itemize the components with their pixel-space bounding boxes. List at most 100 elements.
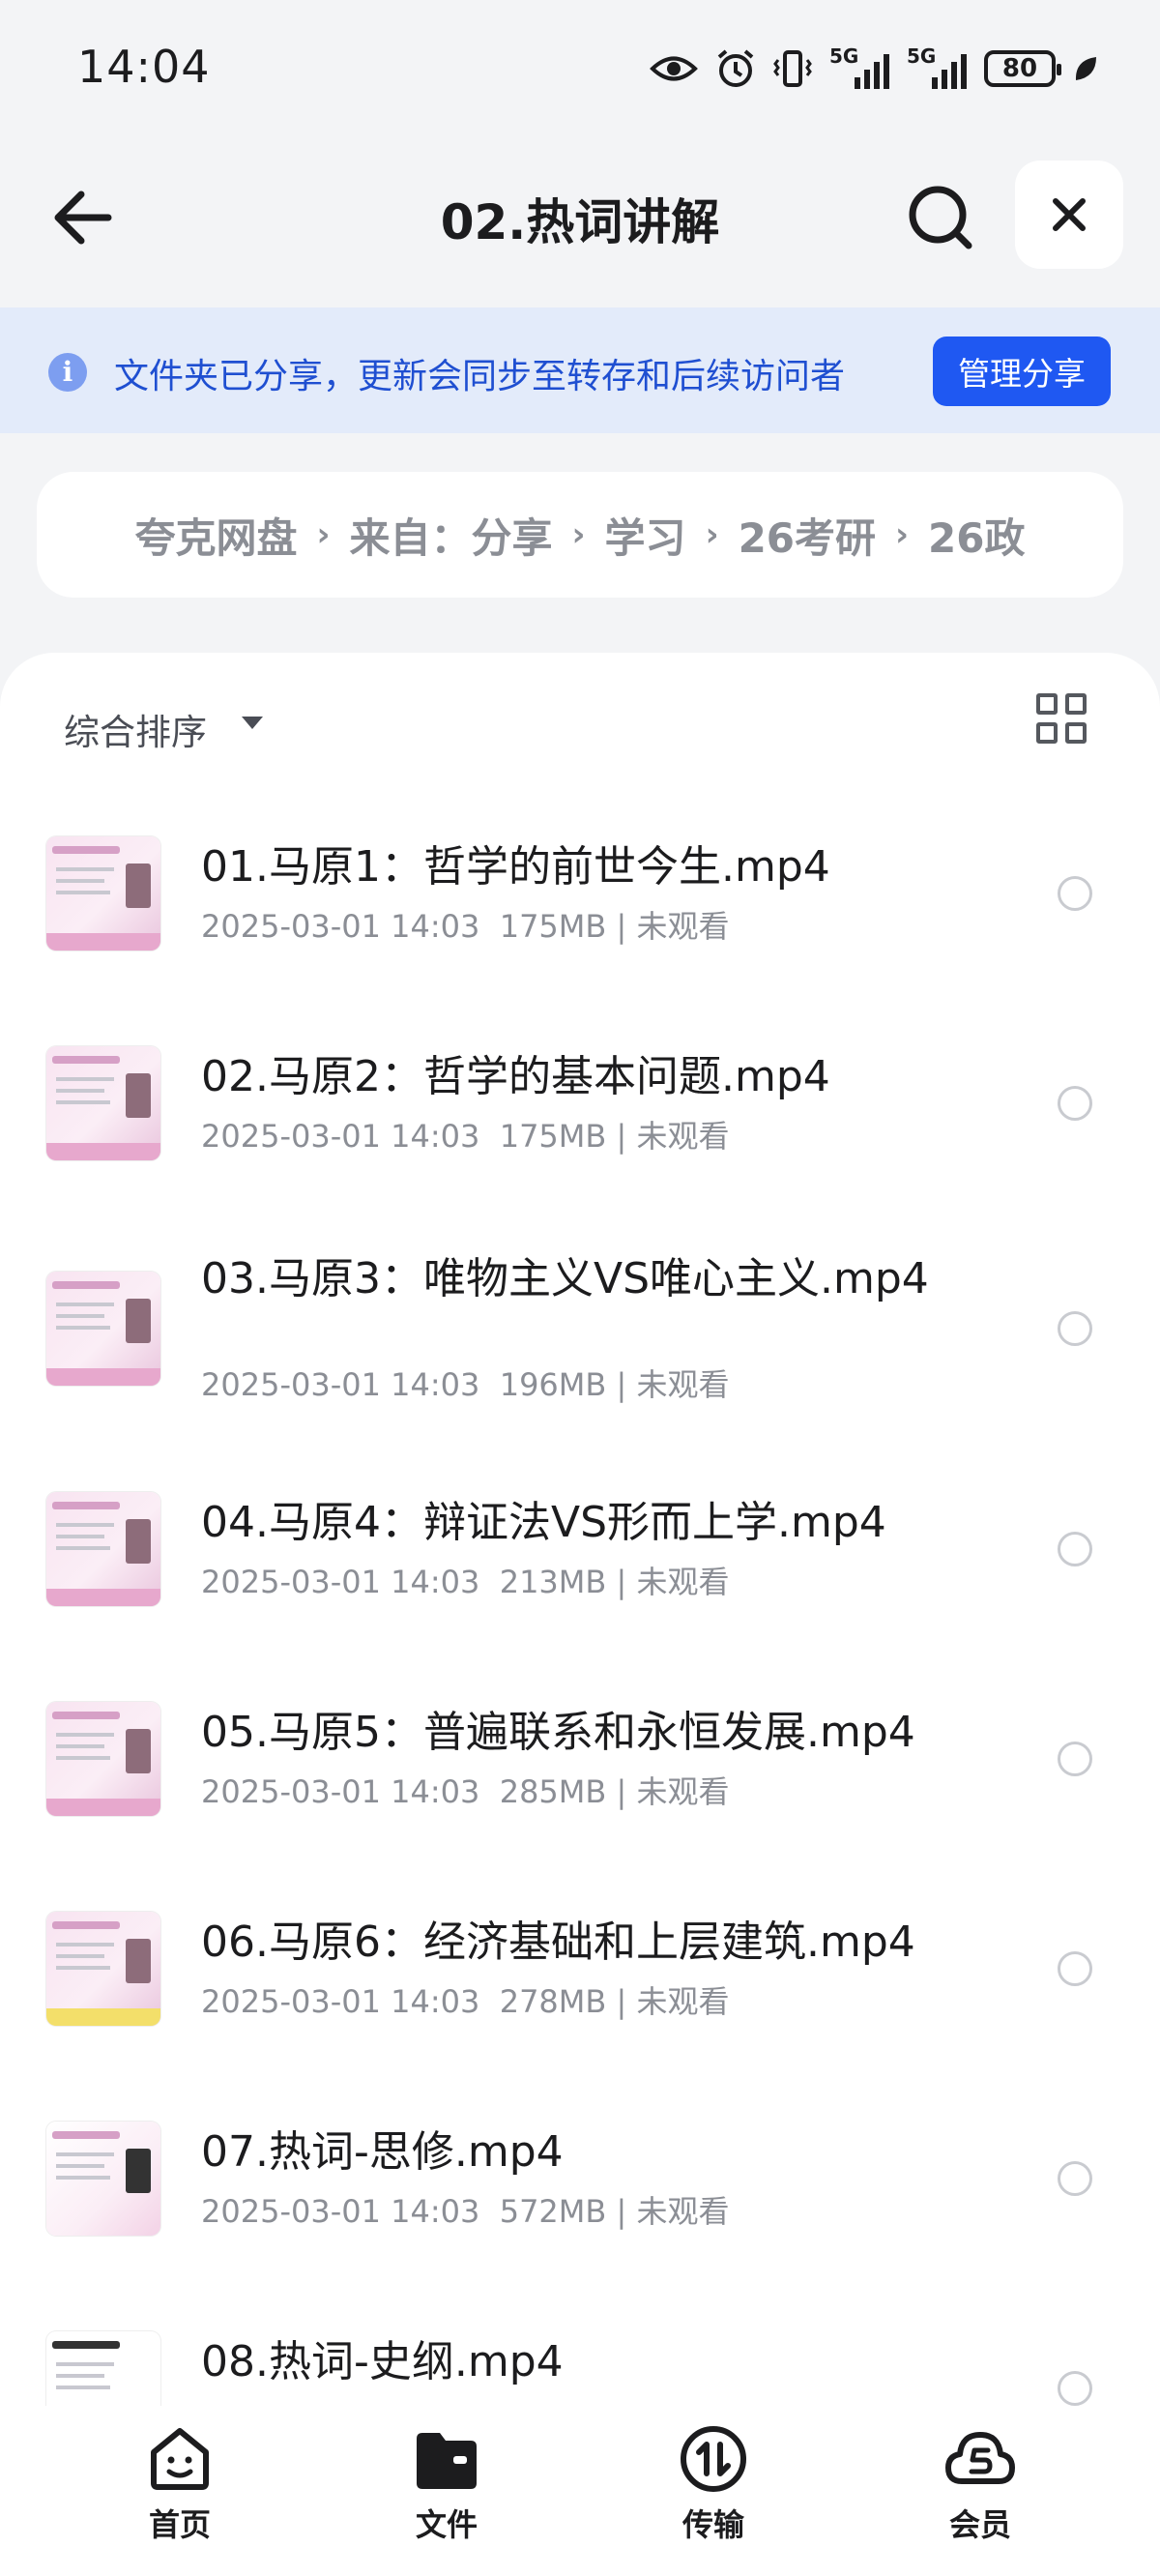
tab-transfer-label: 传输 xyxy=(682,2506,744,2543)
watch-status: 未观看 xyxy=(636,908,730,945)
file-meta: 2025-03-01 14:03 285MB | 未观看 xyxy=(201,1773,730,1810)
transfer-icon xyxy=(681,2426,746,2492)
watch-status: 未观看 xyxy=(636,2193,730,2230)
tab-vip-label: 会员 xyxy=(948,2506,1011,2543)
breadcrumb-item-study[interactable]: 学习 xyxy=(605,506,686,565)
network-type-2: 5G xyxy=(907,44,937,68)
file-date: 2025-03-01 14:03 xyxy=(201,908,480,945)
tab-files-label: 文件 xyxy=(415,2506,478,2543)
alarm-icon xyxy=(717,49,754,87)
caret-down-icon xyxy=(242,717,263,729)
watch-status: 未观看 xyxy=(636,1773,730,1810)
leaf-icon xyxy=(1075,57,1096,80)
status-bar: 14:04 5G 5G 80 xyxy=(0,0,1160,135)
battery-icon: 80 xyxy=(984,50,1061,87)
status-time: 14:04 xyxy=(77,41,211,93)
select-radio[interactable] xyxy=(1058,1742,1092,1776)
video-thumbnail xyxy=(46,836,160,951)
breadcrumb-item-politics[interactable]: 26政 xyxy=(928,506,1025,565)
file-size: 213MB xyxy=(499,1564,607,1600)
signal-2-icon: 5G xyxy=(907,44,967,89)
sort-dropdown[interactable]: 综合排序 xyxy=(64,703,207,755)
video-thumbnail xyxy=(46,1492,160,1606)
home-face-icon xyxy=(151,2428,209,2490)
signal-1-icon: 5G xyxy=(829,44,889,89)
tab-files[interactable]: 文件 xyxy=(350,2423,543,2545)
watch-status: 未观看 xyxy=(636,1983,730,2020)
folder-icon xyxy=(417,2433,477,2489)
tab-transfer[interactable]: 传输 xyxy=(617,2423,810,2545)
file-meta: 2025-03-01 14:03 175MB | 未观看 xyxy=(201,1118,730,1155)
video-thumbnail xyxy=(46,1912,160,2026)
select-radio[interactable] xyxy=(1058,1311,1092,1346)
search-icon xyxy=(909,186,972,249)
breadcrumb-item-exam[interactable]: 26考研 xyxy=(739,506,876,565)
video-thumbnail xyxy=(46,1272,160,1386)
select-radio[interactable] xyxy=(1058,1086,1092,1121)
file-meta: 2025-03-01 14:03 175MB | 未观看 xyxy=(201,908,730,945)
file-name: 06.马原6：经济基础和上层建筑.mp4 xyxy=(201,1917,915,1967)
file-name: 05.马原5：普遍联系和永恒发展.mp4 xyxy=(201,1708,915,1757)
breadcrumb-item-root[interactable]: 夸克网盘 xyxy=(134,506,297,565)
close-icon xyxy=(1053,198,1086,231)
bottom-tab-bar: 首页 文件 传输 会员 xyxy=(0,2406,1160,2576)
page-title: 02.热词讲解 xyxy=(440,194,720,250)
file-date: 2025-03-01 14:03 xyxy=(201,1773,480,1810)
chevron-right-icon: › xyxy=(571,515,586,554)
file-date: 2025-03-01 14:03 xyxy=(201,1366,480,1403)
share-notice-bar: i 文件夹已分享，更新会同步至转存和后续访问者 管理分享 xyxy=(0,307,1160,433)
info-icon: i xyxy=(48,353,87,392)
select-radio[interactable] xyxy=(1058,1532,1092,1566)
battery-level: 80 xyxy=(1001,54,1038,83)
file-meta: 2025-03-01 14:03 572MB | 未观看 xyxy=(201,2193,730,2230)
manage-share-button[interactable]: 管理分享 xyxy=(933,337,1111,406)
select-radio[interactable] xyxy=(1058,876,1092,911)
select-radio[interactable] xyxy=(1058,2161,1092,2196)
watch-status: 未观看 xyxy=(636,1118,730,1155)
chevron-right-icon: › xyxy=(895,515,910,554)
select-radio[interactable] xyxy=(1058,2371,1092,2406)
vibrate-icon xyxy=(773,50,812,87)
file-name: 01.马原1：哲学的前世今生.mp4 xyxy=(201,842,830,892)
share-notice-text: 文件夹已分享，更新会同步至转存和后续访问者 xyxy=(114,357,846,396)
video-thumbnail xyxy=(46,2122,160,2236)
file-list-panel: 综合排序 01.马原1：哲学的前世今生.mp4 2025-03-01 14:03… xyxy=(0,653,1160,2576)
file-size: 285MB xyxy=(499,1773,607,1810)
file-meta: 2025-03-01 14:03 196MB | 未观看 xyxy=(201,1366,730,1403)
file-date: 2025-03-01 14:03 xyxy=(201,1564,480,1600)
file-name: 08.热词-史纲.mp4 xyxy=(201,2337,564,2386)
tab-vip[interactable]: 会员 xyxy=(884,2423,1077,2545)
file-size: 175MB xyxy=(499,908,607,945)
file-name: 07.热词-思修.mp4 xyxy=(201,2127,564,2177)
chevron-right-icon: › xyxy=(316,515,331,554)
cloud-vip-icon xyxy=(945,2432,1015,2484)
file-size: 175MB xyxy=(499,1118,607,1155)
grid-view-icon[interactable] xyxy=(1036,693,1087,744)
eye-icon xyxy=(650,56,698,81)
video-thumbnail xyxy=(46,1702,160,1816)
breadcrumb: 夸克网盘 › 来自：分享 › 学习 › 26考研 › 26政 xyxy=(37,472,1123,598)
file-date: 2025-03-01 14:03 xyxy=(201,1983,480,2020)
file-date: 2025-03-01 14:03 xyxy=(201,2193,480,2230)
search-button[interactable] xyxy=(899,176,982,259)
file-meta: 2025-03-01 14:03 213MB | 未观看 xyxy=(201,1564,730,1600)
tab-home[interactable]: 首页 xyxy=(83,2423,276,2545)
header: 02.热词讲解 xyxy=(0,135,1160,309)
file-meta: 2025-03-01 14:03 278MB | 未观看 xyxy=(201,1983,730,2020)
tab-home-label: 首页 xyxy=(148,2506,211,2543)
breadcrumb-item-share[interactable]: 来自：分享 xyxy=(350,506,553,565)
select-radio[interactable] xyxy=(1058,1951,1092,1986)
file-size: 572MB xyxy=(499,2193,607,2230)
network-type-1: 5G xyxy=(829,44,859,68)
video-thumbnail xyxy=(46,1046,160,1160)
file-size: 278MB xyxy=(499,1983,607,2020)
status-icons: 5G 5G 80 xyxy=(650,43,1098,95)
file-date: 2025-03-01 14:03 xyxy=(201,1118,480,1155)
file-size: 196MB xyxy=(499,1366,607,1403)
chevron-right-icon: › xyxy=(705,515,719,554)
watch-status: 未观看 xyxy=(636,1564,730,1600)
file-name: 02.马原2：哲学的基本问题.mp4 xyxy=(201,1052,830,1101)
watch-status: 未观看 xyxy=(636,1366,730,1403)
file-name: 03.马原3：唯物主义VS唯心主义.mp4 xyxy=(201,1254,929,1303)
close-button[interactable] xyxy=(1015,161,1123,269)
